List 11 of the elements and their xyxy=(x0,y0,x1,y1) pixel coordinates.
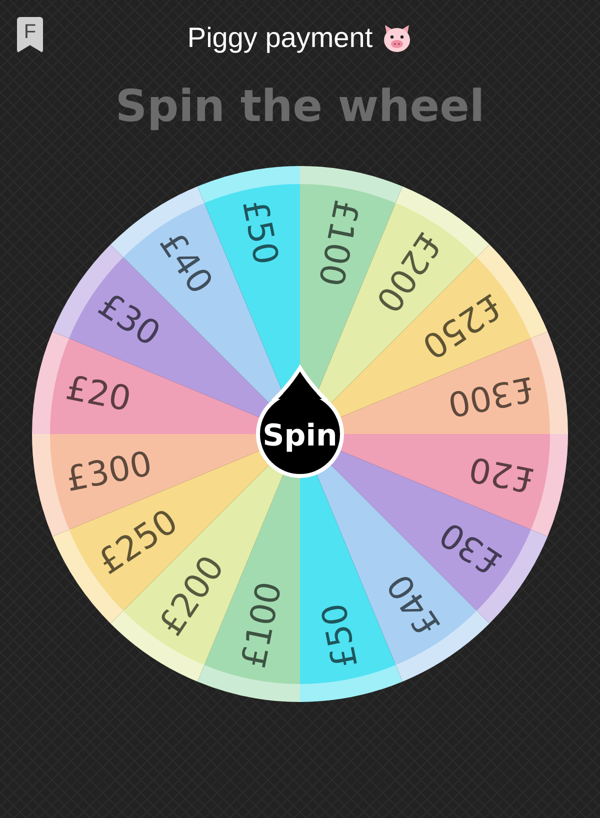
segment-label: £50 xyxy=(234,196,286,268)
segment-label: £100 xyxy=(234,578,290,672)
segment-label: £300 xyxy=(444,368,538,424)
segment-label: £300 xyxy=(62,444,156,500)
segment-label: £20 xyxy=(62,368,134,420)
segment-label: £20 xyxy=(466,448,538,500)
page-title: Piggy payment xyxy=(187,22,373,54)
segment-label: £50 xyxy=(314,600,366,672)
bookmark-badge: F xyxy=(17,17,43,53)
heading: Spin the wheel xyxy=(114,80,486,134)
segment-label: £100 xyxy=(310,196,366,290)
